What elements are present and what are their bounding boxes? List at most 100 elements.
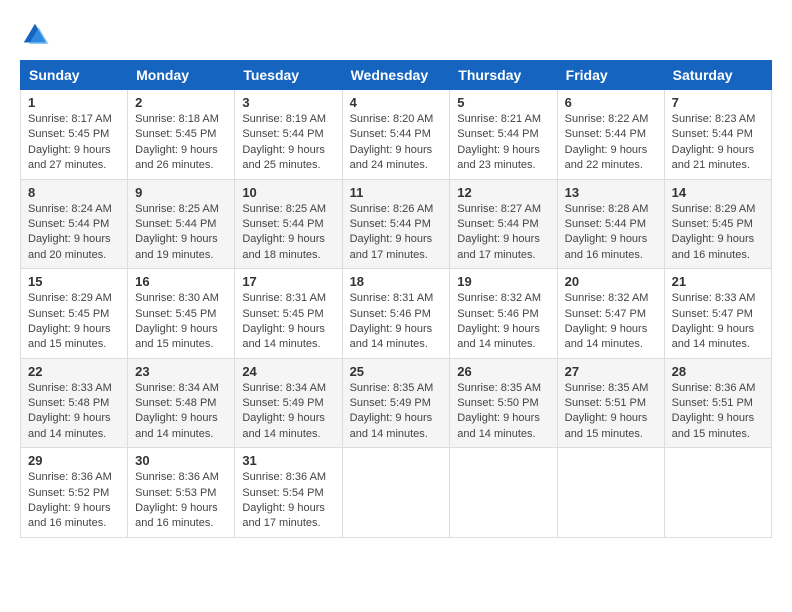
day-info: Sunrise: 8:19 AM Sunset: 5:44 PM Dayligh… — [242, 112, 334, 174]
day-info: Sunrise: 8:36 AM Sunset: 5:53 PM Dayligh… — [135, 470, 227, 532]
calendar-week-3: 15 Sunrise: 8:29 AM Sunset: 5:45 PM Dayli… — [21, 269, 772, 359]
calendar-week-4: 22 Sunrise: 8:33 AM Sunset: 5:48 PM Dayli… — [21, 358, 772, 448]
calendar-cell: 19 Sunrise: 8:32 AM Sunset: 5:46 PM Dayli… — [450, 269, 557, 359]
day-info: Sunrise: 8:20 AM Sunset: 5:44 PM Dayligh… — [350, 112, 443, 174]
day-number: 19 — [457, 274, 549, 289]
day-info: Sunrise: 8:32 AM Sunset: 5:46 PM Dayligh… — [457, 291, 549, 353]
day-number: 21 — [672, 274, 764, 289]
day-number: 28 — [672, 364, 764, 379]
day-info: Sunrise: 8:26 AM Sunset: 5:44 PM Dayligh… — [350, 202, 443, 264]
day-info: Sunrise: 8:34 AM Sunset: 5:48 PM Dayligh… — [135, 381, 227, 443]
day-number: 8 — [28, 185, 120, 200]
weekday-header-saturday: Saturday — [664, 61, 771, 90]
day-number: 4 — [350, 95, 443, 110]
day-info: Sunrise: 8:21 AM Sunset: 5:44 PM Dayligh… — [457, 112, 549, 174]
calendar-cell — [342, 448, 450, 538]
day-info: Sunrise: 8:32 AM Sunset: 5:47 PM Dayligh… — [565, 291, 657, 353]
calendar-cell — [557, 448, 664, 538]
day-number: 1 — [28, 95, 120, 110]
day-info: Sunrise: 8:36 AM Sunset: 5:52 PM Dayligh… — [28, 470, 120, 532]
calendar-cell: 31 Sunrise: 8:36 AM Sunset: 5:54 PM Dayli… — [235, 448, 342, 538]
calendar-cell: 2 Sunrise: 8:18 AM Sunset: 5:45 PM Daylig… — [128, 90, 235, 180]
day-number: 20 — [565, 274, 657, 289]
calendar-cell: 20 Sunrise: 8:32 AM Sunset: 5:47 PM Dayli… — [557, 269, 664, 359]
day-number: 3 — [242, 95, 334, 110]
day-info: Sunrise: 8:29 AM Sunset: 5:45 PM Dayligh… — [28, 291, 120, 353]
day-info: Sunrise: 8:33 AM Sunset: 5:47 PM Dayligh… — [672, 291, 764, 353]
weekday-header-thursday: Thursday — [450, 61, 557, 90]
day-info: Sunrise: 8:28 AM Sunset: 5:44 PM Dayligh… — [565, 202, 657, 264]
day-info: Sunrise: 8:29 AM Sunset: 5:45 PM Dayligh… — [672, 202, 764, 264]
day-number: 15 — [28, 274, 120, 289]
day-number: 7 — [672, 95, 764, 110]
calendar-cell: 27 Sunrise: 8:35 AM Sunset: 5:51 PM Dayli… — [557, 358, 664, 448]
day-info: Sunrise: 8:36 AM Sunset: 5:51 PM Dayligh… — [672, 381, 764, 443]
calendar-cell: 18 Sunrise: 8:31 AM Sunset: 5:46 PM Dayli… — [342, 269, 450, 359]
day-info: Sunrise: 8:24 AM Sunset: 5:44 PM Dayligh… — [28, 202, 120, 264]
day-info: Sunrise: 8:22 AM Sunset: 5:44 PM Dayligh… — [565, 112, 657, 174]
day-number: 27 — [565, 364, 657, 379]
day-info: Sunrise: 8:23 AM Sunset: 5:44 PM Dayligh… — [672, 112, 764, 174]
day-info: Sunrise: 8:33 AM Sunset: 5:48 PM Dayligh… — [28, 381, 120, 443]
logo-icon — [20, 20, 50, 50]
calendar-cell — [664, 448, 771, 538]
calendar-cell: 3 Sunrise: 8:19 AM Sunset: 5:44 PM Daylig… — [235, 90, 342, 180]
day-info: Sunrise: 8:35 AM Sunset: 5:49 PM Dayligh… — [350, 381, 443, 443]
calendar-cell — [450, 448, 557, 538]
day-number: 10 — [242, 185, 334, 200]
calendar-cell: 17Sunrise: 8:31 AM Sunset: 5:45 PM Dayli… — [235, 269, 342, 359]
day-number: 24 — [242, 364, 334, 379]
day-number: 26 — [457, 364, 549, 379]
day-info: Sunrise: 8:35 AM Sunset: 5:50 PM Dayligh… — [457, 381, 549, 443]
calendar-cell: 11 Sunrise: 8:26 AM Sunset: 5:44 PM Dayli… — [342, 179, 450, 269]
calendar-cell: 12Sunrise: 8:27 AM Sunset: 5:44 PM Dayli… — [450, 179, 557, 269]
logo — [20, 20, 54, 50]
weekday-header-monday: Monday — [128, 61, 235, 90]
calendar-table: SundayMondayTuesdayWednesdayThursdayFrid… — [20, 60, 772, 538]
calendar-cell: 1Sunrise: 8:17 AM Sunset: 5:45 PM Daylig… — [21, 90, 128, 180]
calendar-cell: 16Sunrise: 8:30 AM Sunset: 5:45 PM Dayli… — [128, 269, 235, 359]
calendar-cell: 29 Sunrise: 8:36 AM Sunset: 5:52 PM Dayli… — [21, 448, 128, 538]
day-number: 17 — [242, 274, 334, 289]
weekday-header-row: SundayMondayTuesdayWednesdayThursdayFrid… — [21, 61, 772, 90]
calendar-cell: 21 Sunrise: 8:33 AM Sunset: 5:47 PM Dayli… — [664, 269, 771, 359]
day-info: Sunrise: 8:25 AM Sunset: 5:44 PM Dayligh… — [135, 202, 227, 264]
day-number: 14 — [672, 185, 764, 200]
calendar-cell: 30 Sunrise: 8:36 AM Sunset: 5:53 PM Dayli… — [128, 448, 235, 538]
day-number: 2 — [135, 95, 227, 110]
weekday-header-wednesday: Wednesday — [342, 61, 450, 90]
day-info: Sunrise: 8:18 AM Sunset: 5:45 PM Dayligh… — [135, 112, 227, 174]
day-info: Sunrise: 8:36 AM Sunset: 5:54 PM Dayligh… — [242, 470, 334, 532]
calendar-cell: 13Sunrise: 8:28 AM Sunset: 5:44 PM Dayli… — [557, 179, 664, 269]
day-info: Sunrise: 8:35 AM Sunset: 5:51 PM Dayligh… — [565, 381, 657, 443]
day-number: 9 — [135, 185, 227, 200]
day-number: 22 — [28, 364, 120, 379]
calendar-cell: 15 Sunrise: 8:29 AM Sunset: 5:45 PM Dayli… — [21, 269, 128, 359]
day-number: 29 — [28, 453, 120, 468]
day-number: 16 — [135, 274, 227, 289]
calendar-cell: 23 Sunrise: 8:34 AM Sunset: 5:48 PM Dayli… — [128, 358, 235, 448]
day-number: 6 — [565, 95, 657, 110]
day-number: 31 — [242, 453, 334, 468]
calendar-cell: 8 Sunrise: 8:24 AM Sunset: 5:44 PM Daylig… — [21, 179, 128, 269]
day-number: 23 — [135, 364, 227, 379]
calendar-cell: 22 Sunrise: 8:33 AM Sunset: 5:48 PM Dayli… — [21, 358, 128, 448]
calendar-cell: 9 Sunrise: 8:25 AM Sunset: 5:44 PM Daylig… — [128, 179, 235, 269]
calendar-week-1: 1Sunrise: 8:17 AM Sunset: 5:45 PM Daylig… — [21, 90, 772, 180]
weekday-header-tuesday: Tuesday — [235, 61, 342, 90]
weekday-header-friday: Friday — [557, 61, 664, 90]
calendar-cell: 24 Sunrise: 8:34 AM Sunset: 5:49 PM Dayli… — [235, 358, 342, 448]
day-number: 5 — [457, 95, 549, 110]
day-info: Sunrise: 8:34 AM Sunset: 5:49 PM Dayligh… — [242, 381, 334, 443]
day-info: Sunrise: 8:25 AM Sunset: 5:44 PM Dayligh… — [242, 202, 334, 264]
day-number: 11 — [350, 185, 443, 200]
calendar-cell: 5 Sunrise: 8:21 AM Sunset: 5:44 PM Daylig… — [450, 90, 557, 180]
day-number: 18 — [350, 274, 443, 289]
calendar-cell: 7 Sunrise: 8:23 AM Sunset: 5:44 PM Daylig… — [664, 90, 771, 180]
weekday-header-sunday: Sunday — [21, 61, 128, 90]
calendar-week-5: 29 Sunrise: 8:36 AM Sunset: 5:52 PM Dayli… — [21, 448, 772, 538]
calendar-cell: 25Sunrise: 8:35 AM Sunset: 5:49 PM Dayli… — [342, 358, 450, 448]
calendar-cell: 4 Sunrise: 8:20 AM Sunset: 5:44 PM Daylig… — [342, 90, 450, 180]
day-info: Sunrise: 8:31 AM Sunset: 5:46 PM Dayligh… — [350, 291, 443, 353]
day-number: 30 — [135, 453, 227, 468]
